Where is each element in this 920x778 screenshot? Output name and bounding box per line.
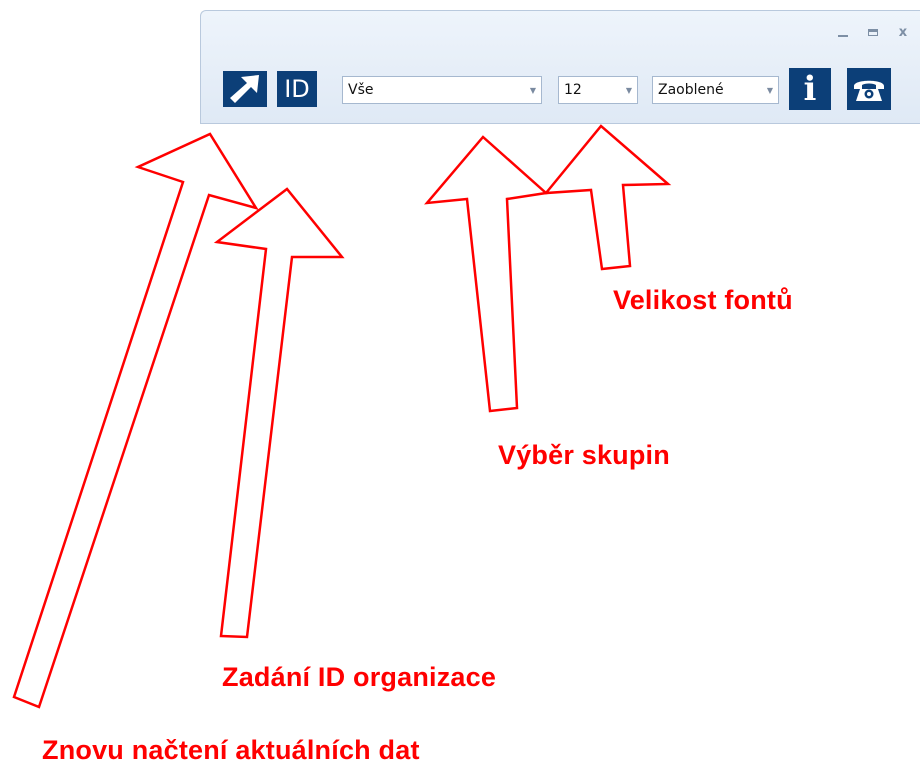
arrow-org-id bbox=[213, 187, 345, 639]
arrow-group bbox=[424, 135, 549, 413]
arrow-reload bbox=[12, 132, 259, 709]
annotation-org-id: Zadání ID organizace bbox=[222, 662, 497, 692]
annotation-reload-data: Znovu načtení aktuálních dat bbox=[42, 735, 420, 765]
annotation-group-selection: Výběr skupin bbox=[498, 440, 670, 470]
annotation-font-size: Velikost fontů bbox=[613, 285, 793, 315]
arrow-font bbox=[543, 124, 672, 271]
